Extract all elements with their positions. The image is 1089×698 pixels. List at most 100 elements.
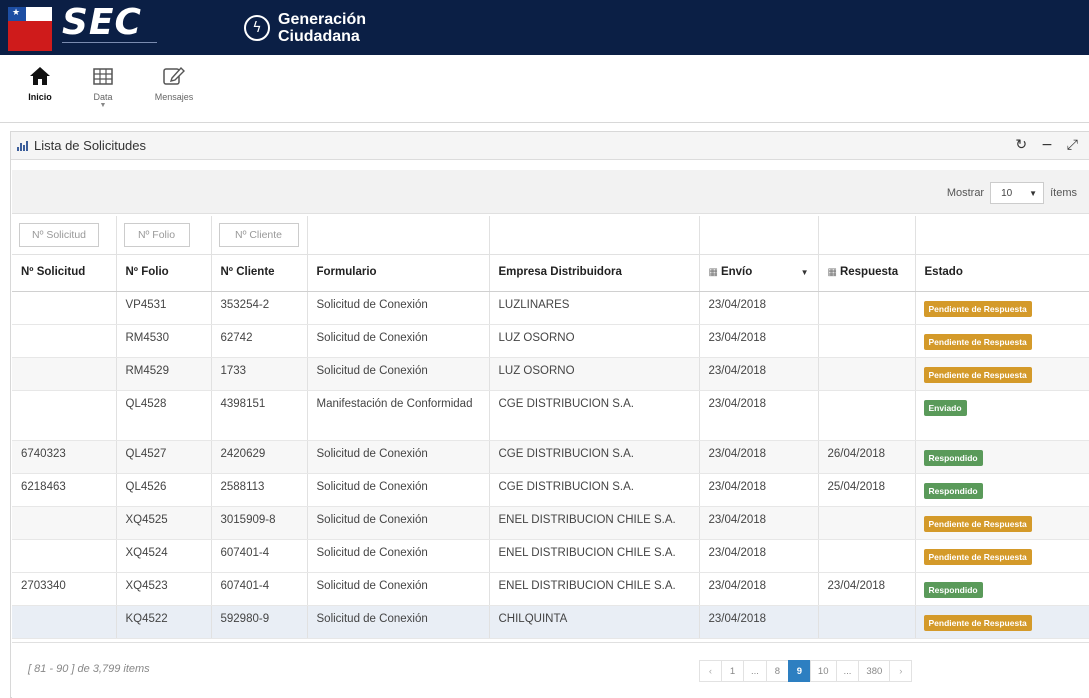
app-name-line2: Ciudadana — [278, 28, 360, 45]
edit-icon — [149, 63, 199, 89]
table-row[interactable]: 6740323 QL4527 2420629 Solicitud de Conexió… — [12, 440, 1089, 474]
prev-page-button[interactable]: ‹ — [699, 660, 722, 682]
table-row[interactable]: 2703340 XQ4523 607401-4 Solicitud de Conexi… — [12, 572, 1089, 606]
cell-respuesta — [818, 291, 916, 325]
cell-cliente: 2588113 — [211, 473, 308, 507]
next-page-button[interactable]: › — [889, 660, 913, 682]
cell-estado: Respondido — [915, 473, 1089, 507]
page-8[interactable]: 8 — [765, 660, 789, 682]
cell-estado: Pendiente de Respuesta — [915, 605, 1089, 639]
column-folio[interactable]: Nº Folio — [116, 254, 212, 292]
app-name-line1: Generación — [278, 11, 367, 28]
filter-solicitud-input[interactable]: Nº Solicitud — [19, 223, 99, 247]
cell-folio: QL4528 — [116, 390, 212, 441]
cell-estado: Respondido — [915, 572, 1089, 606]
filter-cliente-input[interactable]: Nº Cliente — [218, 223, 299, 247]
table-row[interactable]: 6218463 QL4526 2588113 Solicitud de Conexió… — [12, 473, 1089, 507]
cell-folio: XQ4523 — [116, 572, 212, 606]
cell-empresa: ENEL DISTRIBUCION CHILE S.A. — [489, 506, 700, 540]
cell-estado: Pendiente de Respuesta — [915, 324, 1089, 358]
cell-cliente: 1733 — [211, 357, 308, 391]
cell-respuesta: 26/04/2018 — [818, 440, 916, 474]
cell-formulario: Solicitud de Conexión — [307, 440, 490, 474]
generacion-ciudadana-logo[interactable]: ϟ Generación Ciudadana — [244, 11, 366, 45]
cell-solicitud — [12, 324, 117, 358]
cell-empresa: CHILQUINTA — [489, 605, 700, 639]
cell-empresa: CGE DISTRIBUCION S.A. — [489, 440, 700, 474]
table-row[interactable]: XQ4525 3015909-8 Solicitud de Conexión ENEL… — [12, 506, 1089, 540]
table-row[interactable]: RM4530 62742 Solicitud de Conexión LUZ OSOR… — [12, 324, 1089, 358]
cell-folio: VP4531 — [116, 291, 212, 325]
table-row[interactable]: XQ4524 607401-4 Solicitud de Conexión ENEL … — [12, 539, 1089, 573]
pagesize-label: Mostrar — [946, 187, 985, 199]
cell-respuesta: 23/04/2018 — [818, 572, 916, 606]
cell-empresa: CGE DISTRIBUCION S.A. — [489, 473, 700, 507]
column-cliente[interactable]: Nº Cliente — [211, 254, 308, 292]
column-empresa[interactable]: Empresa Distribuidora — [489, 254, 700, 292]
cell-envio: 23/04/2018 — [699, 605, 819, 639]
cell-envio: 23/04/2018 — [699, 324, 819, 358]
pagesize-unit: ítems — [1050, 187, 1077, 199]
cell-respuesta: 25/04/2018 — [818, 473, 916, 507]
table-row[interactable]: VP4531 353254-2 Solicitud de Conexión LUZLI… — [12, 291, 1089, 325]
cell-folio: RM4530 — [116, 324, 212, 358]
cell-estado: Pendiente de Respuesta — [915, 506, 1089, 540]
cell-formulario: Solicitud de Conexión — [307, 506, 490, 540]
cell-respuesta — [818, 357, 916, 391]
page-10[interactable]: 10 — [809, 660, 837, 682]
page-ellipsis: ... — [835, 660, 860, 682]
cell-cliente: 353254-2 — [211, 291, 308, 325]
status-badge: Respondido — [923, 482, 983, 499]
cell-folio: XQ4525 — [116, 506, 212, 540]
status-badge: Pendiente de Respuesta — [923, 366, 1032, 383]
cell-solicitud: 6740323 — [12, 440, 117, 474]
page-380[interactable]: 380 — [858, 660, 891, 682]
column-estado[interactable]: Estado — [915, 254, 1089, 292]
table-row[interactable]: QL4528 4398151 Manifestación de Conformida… — [12, 390, 1089, 441]
column-solicitud[interactable]: Nº Solicitud — [12, 254, 117, 292]
page-1[interactable]: 1 — [721, 660, 744, 682]
cell-cliente: 592980-9 — [211, 605, 308, 639]
cell-solicitud — [12, 506, 117, 540]
cell-folio: KQ4522 — [116, 605, 212, 639]
cell-solicitud — [12, 605, 117, 639]
cell-cliente: 2420629 — [211, 440, 308, 474]
cell-empresa: LUZ OSORNO — [489, 324, 700, 358]
cell-cliente: 62742 — [211, 324, 308, 358]
cell-envio: 23/04/2018 — [699, 473, 819, 507]
cell-solicitud — [12, 390, 117, 441]
page-ellipsis: ... — [743, 660, 767, 682]
page-9[interactable]: 9 — [787, 660, 811, 682]
status-badge: Pendiente de Respuesta — [923, 614, 1032, 631]
pagination: ‹ 1... 8 9 10... 380 › — [699, 660, 913, 682]
lightning-icon: ϟ — [244, 15, 270, 41]
cell-estado: Pendiente de Respuesta — [915, 539, 1089, 573]
toolbar-data[interactable]: Data ▼ — [88, 63, 118, 110]
bar-chart-icon — [17, 140, 29, 151]
pagesize-select[interactable]: 10 ▼ — [990, 182, 1045, 204]
minimize-icon[interactable]: − — [1041, 137, 1053, 153]
home-icon — [22, 63, 58, 89]
cell-solicitud — [12, 291, 117, 325]
table-row[interactable]: KQ4522 592980-9 Solicitud de Conexión CHILQ… — [12, 605, 1089, 639]
column-formulario[interactable]: Formulario — [307, 254, 490, 292]
cell-envio: 23/04/2018 — [699, 572, 819, 606]
table-row[interactable]: RM4529 1733 Solicitud de Conexión LUZ OSORN… — [12, 357, 1089, 391]
column-respuesta[interactable]: ▦ Respuesta — [818, 254, 916, 292]
filter-folio-input[interactable]: Nº Folio — [123, 223, 190, 247]
cell-solicitud — [12, 539, 117, 573]
cell-respuesta — [818, 605, 916, 639]
expand-icon[interactable]: ⤢ — [1067, 137, 1078, 153]
status-badge: Respondido — [923, 449, 983, 466]
cell-envio: 23/04/2018 — [699, 440, 819, 474]
toolbar-inicio[interactable]: Inicio — [22, 63, 58, 102]
sec-logo[interactable]: SEC — [62, 5, 157, 46]
solicitudes-panel: Lista de Solicitudes ↻ − ⤢ Mostrar 10 ▼ … — [10, 131, 1089, 698]
solicitudes-table: Nº Solicitud Nº Folio Nº Cliente Nº Soli… — [12, 216, 1089, 639]
toolbar-mensajes[interactable]: Mensajes — [149, 63, 199, 102]
refresh-icon[interactable]: ↻ — [1015, 137, 1027, 153]
cell-formulario: Manifestación de Conformidad — [307, 390, 490, 441]
chevron-down-icon: ▼ — [1029, 188, 1038, 198]
cell-empresa: ENEL DISTRIBUCION CHILE S.A. — [489, 539, 700, 573]
column-envio[interactable]: ▦ Envío ▼ — [699, 254, 819, 292]
